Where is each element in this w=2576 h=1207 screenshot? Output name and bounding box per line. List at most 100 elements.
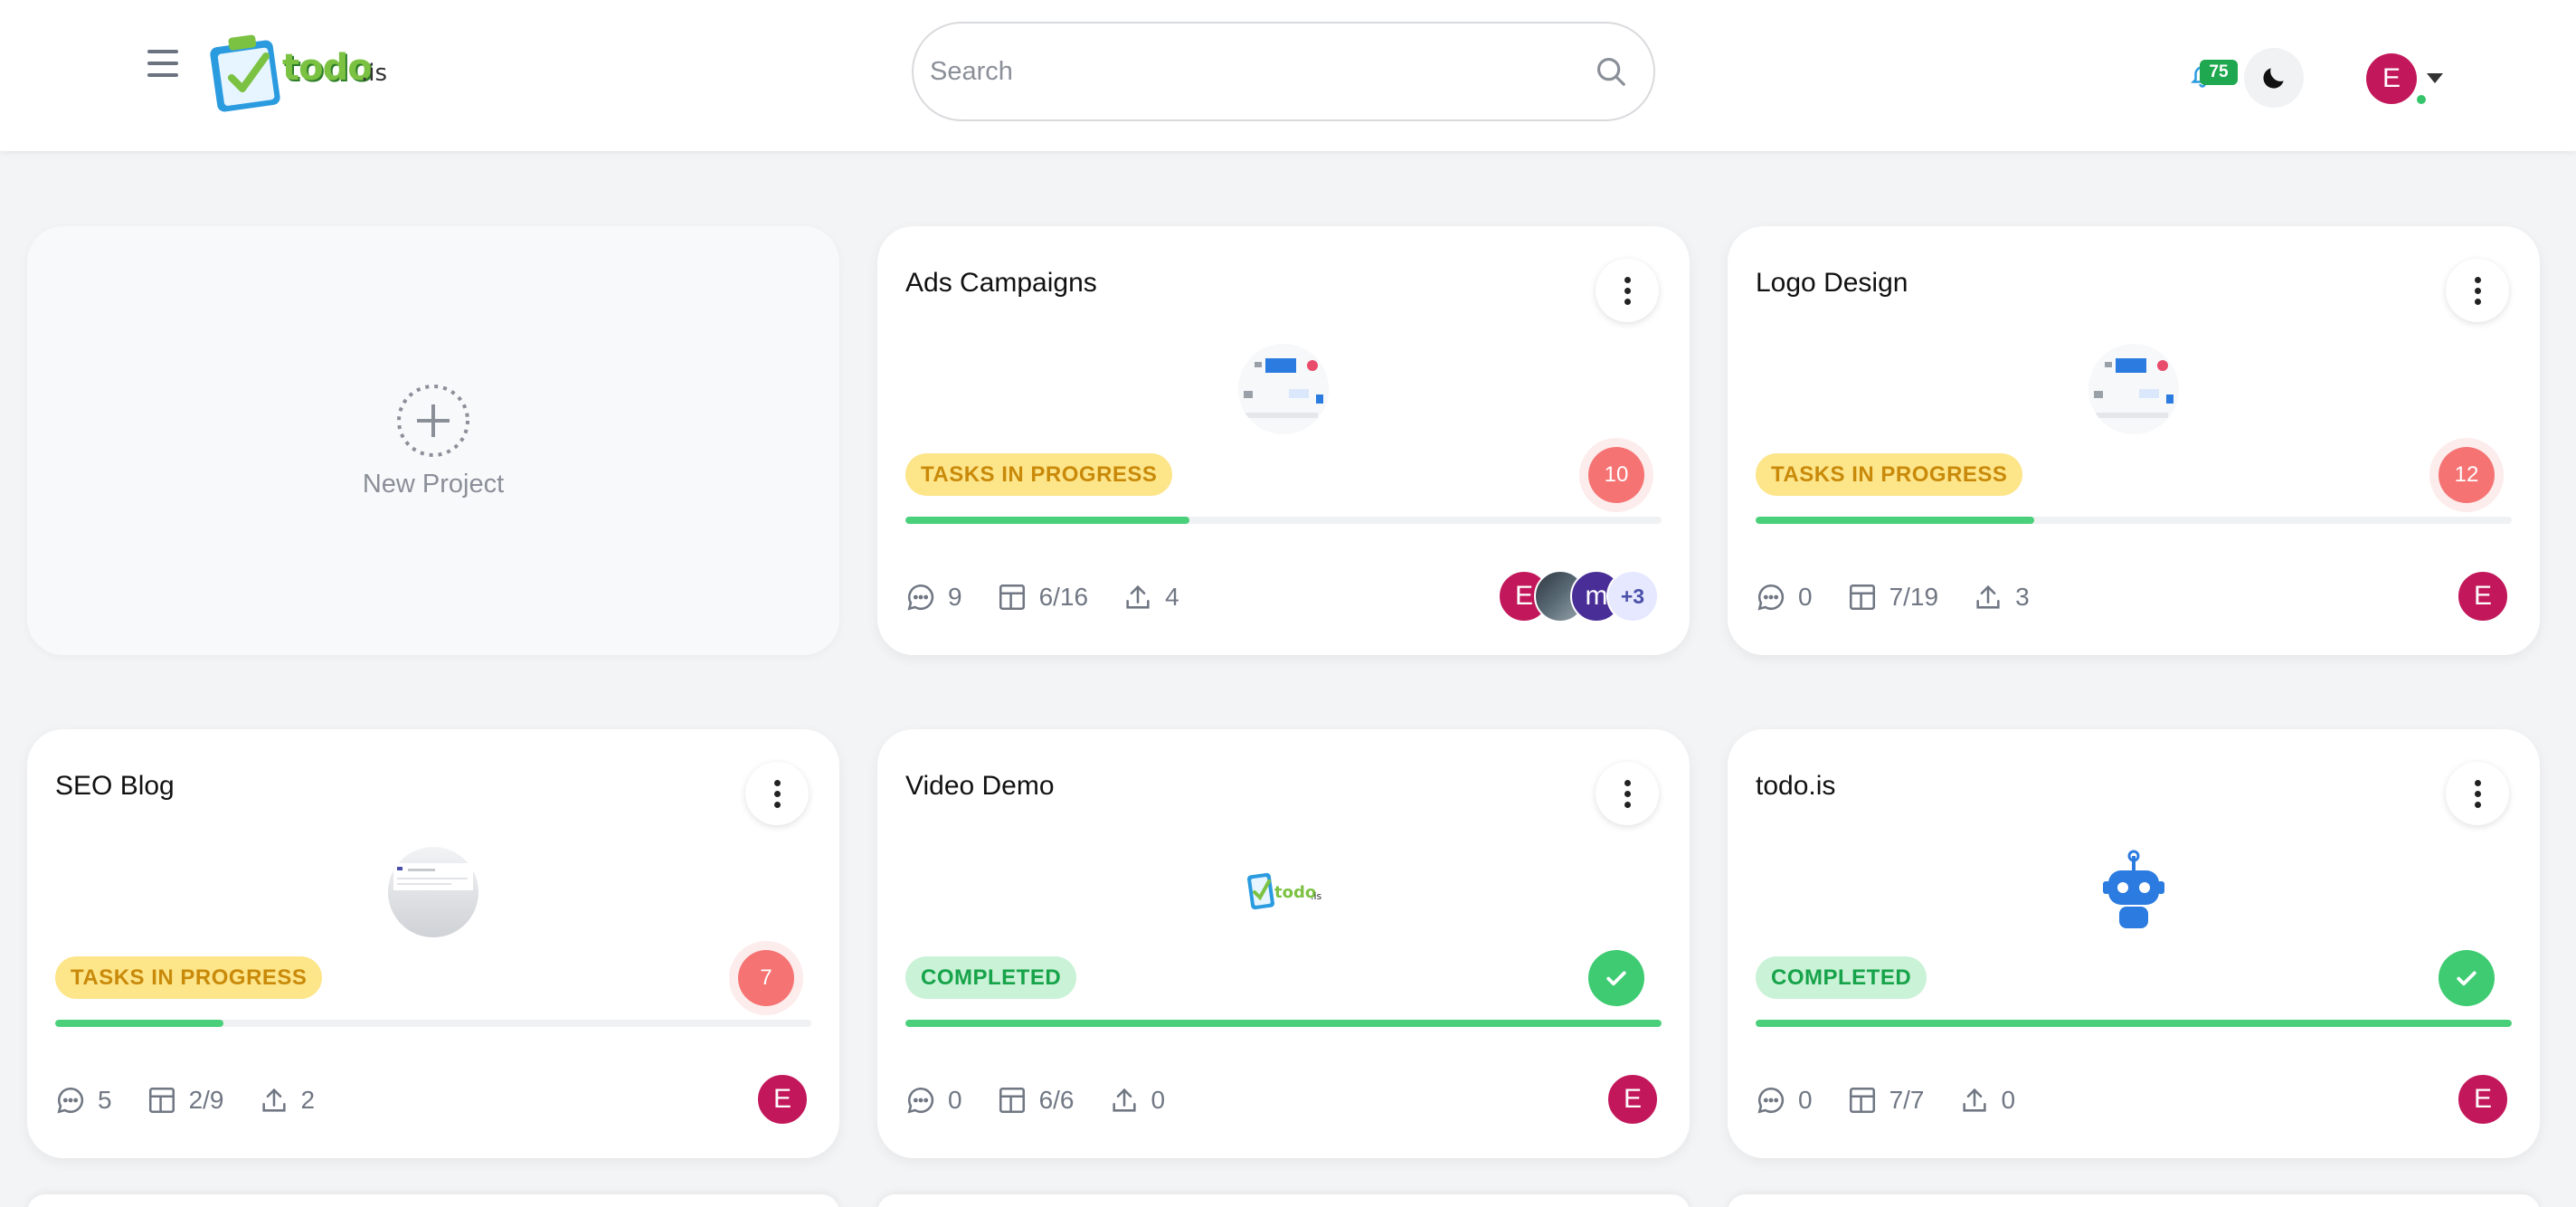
uploads-count: 0 xyxy=(1151,1086,1166,1114)
progress-bar xyxy=(1756,1020,2512,1027)
status-badge: TASKS IN PROGRESS xyxy=(55,956,323,999)
project-title[interactable]: Logo Design xyxy=(1756,268,1908,299)
tasks-stat[interactable]: 7/7 xyxy=(1847,1085,1925,1116)
uploads-stat[interactable]: 3 xyxy=(1973,582,2030,613)
more-options-icon[interactable] xyxy=(2446,259,2509,322)
project-card-partial[interactable] xyxy=(877,1194,1690,1207)
project-thumbnail-logo-icon: todo .is xyxy=(1238,847,1329,937)
search-input[interactable] xyxy=(930,56,1594,87)
member-avatars[interactable]: E xyxy=(756,1073,809,1126)
progress-fill xyxy=(905,517,1189,524)
project-card[interactable]: SEO Blog TASKS IN PROGRESS 7 5 2/9 2 E xyxy=(27,729,839,1158)
comments-stat[interactable]: 9 xyxy=(905,582,962,613)
project-card[interactable]: Ads Campaigns TASKS IN PROGRESS 10 9 6/1… xyxy=(877,226,1690,655)
tasks-stat[interactable]: 6/6 xyxy=(997,1085,1075,1116)
more-options-icon[interactable] xyxy=(1596,259,1659,322)
upload-icon xyxy=(1976,584,2000,609)
member-avatar[interactable]: E xyxy=(756,1073,809,1126)
project-card[interactable]: Video Demo todo .is COMPLETED 0 6/6 0 E xyxy=(877,729,1690,1158)
comments-stat[interactable]: 0 xyxy=(1756,582,1813,613)
uploads-stat[interactable]: 4 xyxy=(1122,582,1179,613)
more-options-icon[interactable] xyxy=(2446,762,2509,825)
project-card[interactable]: Logo Design TASKS IN PROGRESS 12 0 7/19 … xyxy=(1728,226,2540,655)
comments-count: 0 xyxy=(1798,583,1813,611)
project-thumbnail xyxy=(388,847,478,937)
comment-icon xyxy=(1757,1087,1785,1114)
open-tasks-badge: 10 xyxy=(1588,447,1644,503)
tasks-count: 7/7 xyxy=(1889,1086,1925,1114)
tasks-count: 6/16 xyxy=(1038,583,1089,611)
comment-icon xyxy=(1757,584,1785,611)
tasks-icon xyxy=(999,1087,1025,1114)
project-title[interactable]: Ads Campaigns xyxy=(905,268,1097,299)
search-bar[interactable] xyxy=(912,22,1655,121)
member-avatar[interactable]: E xyxy=(2457,570,2509,623)
member-avatars[interactable]: E xyxy=(2457,1073,2509,1126)
search-icon[interactable] xyxy=(1594,54,1628,89)
svg-text:.is: .is xyxy=(1311,890,1322,902)
progress-bar xyxy=(55,1020,811,1027)
more-options-icon[interactable] xyxy=(745,762,809,825)
completed-check-icon xyxy=(1588,950,1644,1006)
new-project-label: New Project xyxy=(362,469,505,499)
comments-stat[interactable]: 0 xyxy=(1756,1085,1813,1116)
upload-icon xyxy=(1962,1088,1986,1112)
tasks-count: 7/19 xyxy=(1889,583,1939,611)
logo-suffix: .is xyxy=(361,60,388,87)
open-tasks-badge: 12 xyxy=(2439,447,2495,503)
comment-icon xyxy=(907,1087,934,1114)
tasks-stat[interactable]: 7/19 xyxy=(1847,582,1939,613)
project-title[interactable]: SEO Blog xyxy=(55,771,175,802)
upload-icon xyxy=(261,1088,286,1112)
project-stats: 9 6/16 4 xyxy=(905,579,1179,615)
add-circle-icon xyxy=(397,384,469,457)
tasks-icon xyxy=(1849,584,1875,611)
status-badge: COMPLETED xyxy=(905,956,1077,999)
more-options-icon[interactable] xyxy=(1596,762,1659,825)
comments-stat[interactable]: 5 xyxy=(55,1085,112,1116)
robot-icon xyxy=(2088,847,2179,937)
status-badge: TASKS IN PROGRESS xyxy=(1756,453,2023,496)
comments-stat[interactable]: 0 xyxy=(905,1085,962,1116)
comments-count: 5 xyxy=(98,1086,112,1114)
member-avatar[interactable]: E xyxy=(2457,1073,2509,1126)
tasks-icon xyxy=(1849,1087,1875,1114)
project-title[interactable]: Video Demo xyxy=(905,771,1055,802)
project-card-partial[interactable] xyxy=(27,1194,839,1207)
upload-icon xyxy=(1112,1088,1136,1112)
uploads-stat[interactable]: 2 xyxy=(259,1085,315,1116)
member-avatar[interactable]: E xyxy=(1606,1073,1659,1126)
member-avatars[interactable]: E xyxy=(1606,1073,1659,1126)
status-badge: COMPLETED xyxy=(1756,956,1927,999)
member-avatars[interactable]: E xyxy=(2457,570,2509,623)
uploads-count: 0 xyxy=(2001,1086,2016,1114)
more-members-badge[interactable]: +3 xyxy=(1606,570,1659,623)
comments-count: 0 xyxy=(948,1086,962,1114)
new-project-card[interactable]: New Project xyxy=(27,226,839,655)
uploads-stat[interactable]: 0 xyxy=(1109,1085,1166,1116)
project-card[interactable]: todo.is COMPLETED 0 7/7 0 E xyxy=(1728,729,2540,1158)
progress-bar xyxy=(905,1020,1662,1027)
project-title[interactable]: todo.is xyxy=(1756,771,1835,802)
status-badge: TASKS IN PROGRESS xyxy=(905,453,1173,496)
completed-check-icon xyxy=(2439,950,2495,1006)
uploads-count: 3 xyxy=(2015,583,2030,611)
uploads-count: 4 xyxy=(1165,583,1179,611)
tasks-icon xyxy=(148,1087,175,1114)
menu-icon[interactable] xyxy=(147,50,178,77)
uploads-stat[interactable]: 0 xyxy=(1959,1085,2016,1116)
project-thumbnail xyxy=(2088,344,2179,434)
tasks-icon xyxy=(999,584,1025,611)
member-avatars[interactable]: E m +3 xyxy=(1498,570,1659,623)
user-avatar[interactable]: E xyxy=(2366,53,2417,104)
tasks-stat[interactable]: 6/16 xyxy=(997,582,1089,613)
tasks-count: 6/6 xyxy=(1038,1086,1075,1114)
notification-badge[interactable]: 75 xyxy=(2200,60,2238,85)
project-card-partial[interactable] xyxy=(1728,1194,2540,1207)
chevron-down-icon[interactable] xyxy=(2427,73,2443,83)
dark-mode-toggle[interactable] xyxy=(2244,48,2304,108)
moon-icon xyxy=(2263,68,2284,89)
progress-fill xyxy=(55,1020,223,1027)
tasks-stat[interactable]: 2/9 xyxy=(147,1085,224,1116)
comment-icon xyxy=(57,1087,84,1114)
